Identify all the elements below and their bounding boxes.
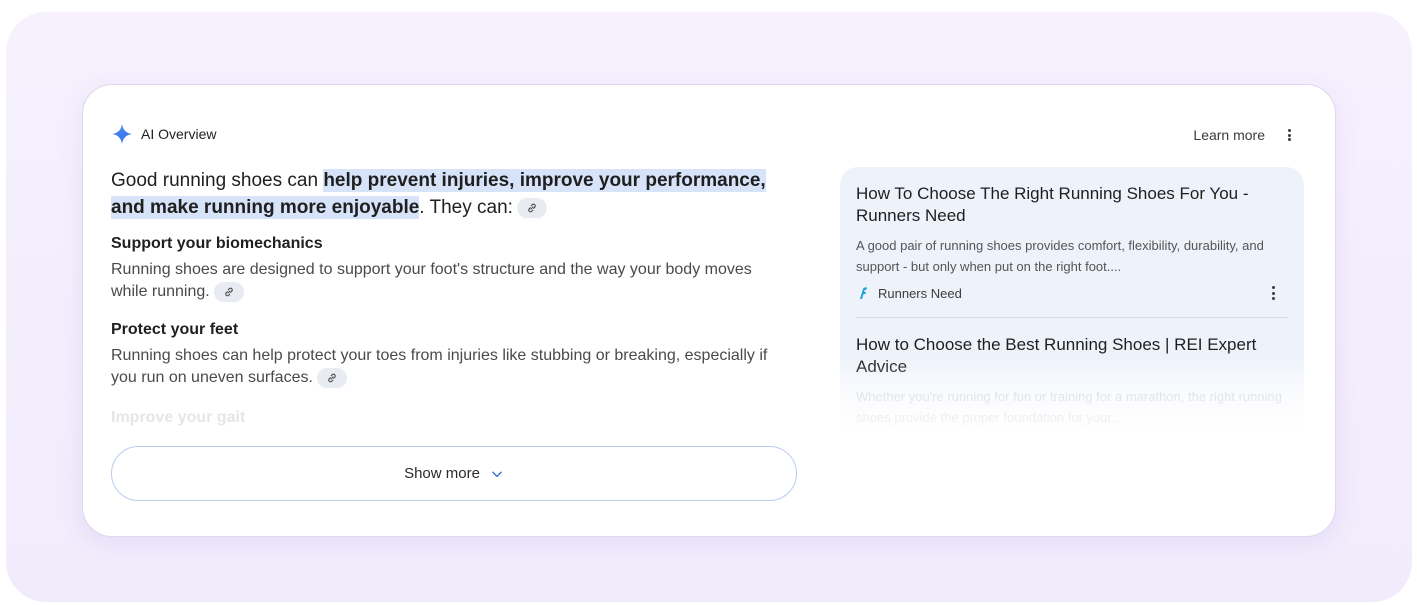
chevron-down-icon [492, 471, 502, 477]
overview-content: Good running shoes can help prevent inju… [111, 167, 791, 429]
runners-need-favicon-icon [860, 287, 867, 299]
source-meta: Runners Need [856, 283, 1288, 303]
lead-text-start: Good running shoes can [111, 170, 324, 191]
show-more-label: Show more [404, 465, 480, 482]
sources-panel: How To Choose The Right Running Shoes Fo… [840, 167, 1304, 437]
gemini-sparkle-icon [111, 123, 133, 145]
section-title: Protect your feet [111, 321, 239, 338]
section-body: Running shoes are designed to support yo… [111, 259, 791, 303]
source-snippet: A good pair of running shoes provides co… [856, 238, 1264, 274]
citation-link-icon[interactable] [516, 197, 547, 218]
ai-overview-card: AI Overview Learn more Good running shoe… [82, 84, 1336, 537]
ai-overview-title: AI Overview [141, 126, 217, 142]
citation-link-icon[interactable] [316, 367, 347, 388]
show-more-button[interactable]: Show more [111, 446, 797, 501]
source-card[interactable]: How to Choose the Best Running Shoes | R… [840, 318, 1304, 428]
learn-more-link[interactable]: Learn more [1193, 127, 1265, 143]
section-title: Support your biomechanics [111, 235, 323, 252]
section-body: Running shoes can help protect your toes… [111, 345, 791, 389]
source-more-options-icon[interactable] [1268, 286, 1278, 300]
source-site-name: Runners Need [878, 285, 962, 301]
overview-lead: Good running shoes can help prevent inju… [111, 167, 791, 221]
faded-section-title: Improve your gait [111, 409, 246, 426]
source-title[interactable]: How To Choose The Right Running Shoes Fo… [856, 183, 1288, 227]
section-body-text: Running shoes can help protect your toes… [111, 347, 768, 386]
citation-link-icon[interactable] [213, 281, 244, 302]
ai-overview-header: AI Overview [111, 123, 216, 145]
source-card[interactable]: How To Choose The Right Running Shoes Fo… [840, 167, 1304, 303]
source-snippet: Whether you're running for fun or traini… [856, 389, 1282, 425]
lead-text-end: . They can: [419, 197, 513, 218]
section-body-text: Running shoes are designed to support yo… [111, 261, 752, 300]
more-options-icon[interactable] [1281, 127, 1297, 143]
source-title[interactable]: How to Choose the Best Running Shoes | R… [856, 334, 1288, 378]
